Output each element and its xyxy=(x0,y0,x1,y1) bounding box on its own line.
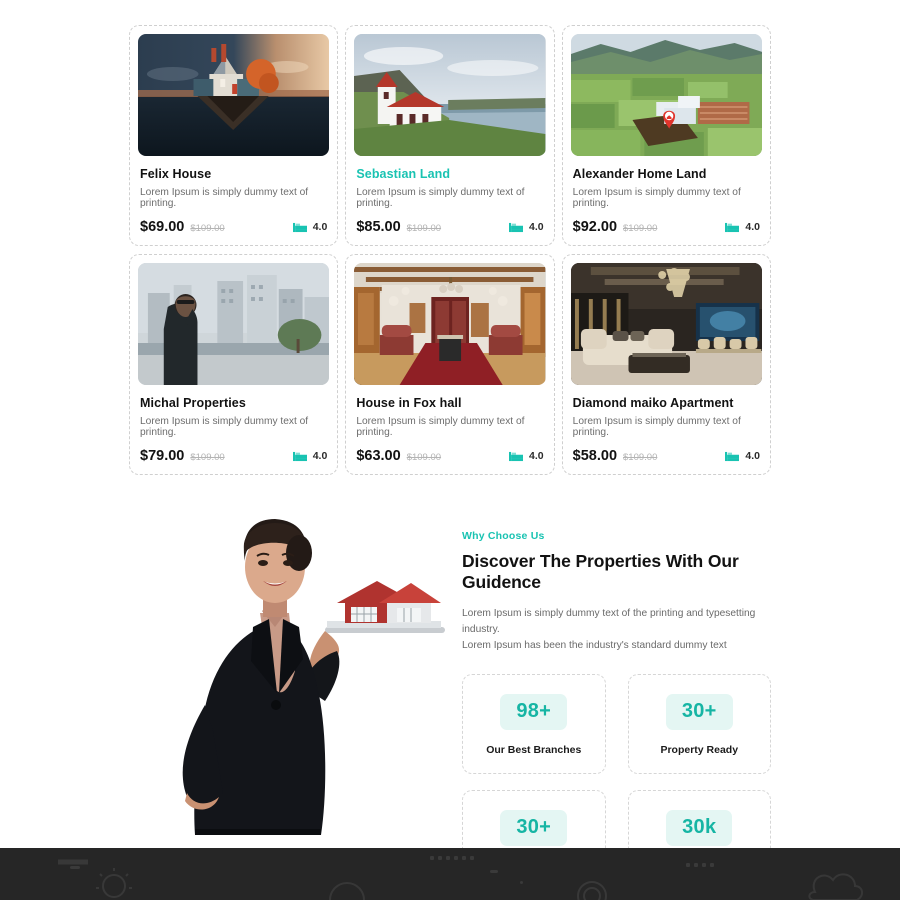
property-card[interactable]: Diamond maiko Apartment Lorem Ipsum is s… xyxy=(561,254,771,475)
property-description: Lorem Ipsum is simply dummy text of prin… xyxy=(356,416,525,438)
beds-count: 4.0 xyxy=(745,221,760,233)
footer xyxy=(0,848,900,900)
bed-icon xyxy=(725,451,740,461)
property-image-sebastian-land xyxy=(354,34,546,156)
paragraph-line-2: Lorem Ipsum has been the industry's stan… xyxy=(462,639,727,651)
bed-icon xyxy=(509,222,524,232)
property-card[interactable]: Michal Properties Lorem Ipsum is simply … xyxy=(129,254,339,475)
bed-icon xyxy=(292,222,307,232)
property-image-alexander-home-land xyxy=(570,34,762,156)
property-footer: $79.00 $109.00 4.0 xyxy=(140,448,327,464)
property-footer: $63.00 $109.00 4.0 xyxy=(356,448,543,464)
property-price: $79.00 xyxy=(140,448,185,464)
beds-count: 4.0 xyxy=(745,450,760,462)
page-root: Felix House Lorem Ipsum is simply dummy … xyxy=(0,0,900,900)
property-card[interactable]: House in Fox hall Lorem Ipsum is simply … xyxy=(345,254,555,475)
property-old-price: $109.00 xyxy=(623,223,658,234)
stat-card: 98+ Our Best Branches xyxy=(462,674,606,775)
property-title[interactable]: Felix House xyxy=(140,167,329,181)
property-price: $58.00 xyxy=(572,448,618,464)
price-group: $58.00 $109.00 xyxy=(573,448,658,464)
property-footer: $58.00 $109.00 4.0 xyxy=(573,448,760,464)
property-description: Lorem Ipsum is simply dummy text of prin… xyxy=(356,187,525,209)
property-image-felix-house xyxy=(138,34,330,156)
stat-value: 30k xyxy=(666,810,733,847)
property-old-price: $109.00 xyxy=(623,452,658,463)
property-price: $85.00 xyxy=(356,219,401,235)
stat-card: 30+ Property Ready xyxy=(627,674,771,775)
stat-label: Property Ready xyxy=(660,744,739,757)
property-grid-section: Felix House Lorem Ipsum is simply dummy … xyxy=(0,0,900,475)
beds-group: 4.0 xyxy=(292,221,328,233)
stat-value: 30+ xyxy=(665,694,733,731)
property-description: Lorem Ipsum is simply dummy text of prin… xyxy=(140,416,309,438)
property-title[interactable]: House in Fox hall xyxy=(356,396,545,410)
why-choose-us-section: Why Choose Us Discover The Properties Wi… xyxy=(0,505,900,891)
beds-count: 4.0 xyxy=(529,450,544,462)
property-price: $69.00 xyxy=(140,219,185,235)
property-old-price: $109.00 xyxy=(406,223,442,234)
beds-group: 4.0 xyxy=(292,450,328,462)
beds-group: 4.0 xyxy=(725,450,760,462)
property-image-diamond-maiko-apartment xyxy=(570,263,762,385)
property-grid: Felix House Lorem Ipsum is simply dummy … xyxy=(129,25,771,475)
beds-group: 4.0 xyxy=(509,221,544,233)
beds-count: 4.0 xyxy=(312,450,328,462)
property-description: Lorem Ipsum is simply dummy text of prin… xyxy=(572,416,741,438)
price-group: $69.00 $109.00 xyxy=(140,219,225,235)
property-image-house-in-fox-hall xyxy=(354,263,546,385)
property-title[interactable]: Michal Properties xyxy=(140,396,329,410)
property-price: $92.00 xyxy=(572,219,618,235)
property-title[interactable]: Diamond maiko Apartment xyxy=(573,396,762,410)
price-group: $79.00 $109.00 xyxy=(140,448,225,464)
property-card[interactable]: Alexander Home Land Lorem Ipsum is simpl… xyxy=(561,25,771,246)
stat-value: 30+ xyxy=(500,810,568,847)
beds-count: 4.0 xyxy=(529,221,544,233)
section-heading: Discover The Properties With Our Guidenc… xyxy=(462,551,739,592)
stat-value: 98+ xyxy=(500,694,568,731)
property-footer: $69.00 $109.00 4.0 xyxy=(140,219,327,235)
beds-count: 4.0 xyxy=(312,221,328,233)
why-choose-us-image xyxy=(129,505,449,875)
why-choose-us-content: Why Choose Us Discover The Properties Wi… xyxy=(449,505,771,891)
property-footer: $85.00 $109.00 4.0 xyxy=(356,219,543,235)
section-eyebrow: Why Choose Us xyxy=(462,530,545,542)
beds-group: 4.0 xyxy=(725,221,760,233)
bed-icon xyxy=(292,451,307,461)
bed-icon xyxy=(725,222,740,232)
property-price: $63.00 xyxy=(356,448,401,464)
beds-group: 4.0 xyxy=(509,450,544,462)
paragraph-line-1: Lorem Ipsum is simply dummy text of the … xyxy=(462,608,756,635)
price-group: $85.00 $109.00 xyxy=(356,219,441,235)
stat-label: Our Best Branches xyxy=(486,744,582,757)
price-group: $63.00 $109.00 xyxy=(356,448,441,464)
property-card[interactable]: Felix House Lorem Ipsum is simply dummy … xyxy=(129,25,339,246)
section-paragraph: Lorem Ipsum is simply dummy text of the … xyxy=(462,606,771,653)
property-description: Lorem Ipsum is simply dummy text of prin… xyxy=(572,187,741,209)
property-title[interactable]: Sebastian Land xyxy=(356,167,545,181)
property-image-michal-properties xyxy=(138,263,330,385)
price-group: $92.00 $109.00 xyxy=(573,219,658,235)
bed-icon xyxy=(509,451,524,461)
property-old-price: $109.00 xyxy=(406,452,442,463)
property-old-price: $109.00 xyxy=(190,223,225,234)
property-description: Lorem Ipsum is simply dummy text of prin… xyxy=(140,187,309,209)
property-card[interactable]: Sebastian Land Lorem Ipsum is simply dum… xyxy=(345,25,555,246)
property-footer: $92.00 $109.00 4.0 xyxy=(573,219,760,235)
property-old-price: $109.00 xyxy=(190,452,225,463)
property-title[interactable]: Alexander Home Land xyxy=(573,167,762,181)
